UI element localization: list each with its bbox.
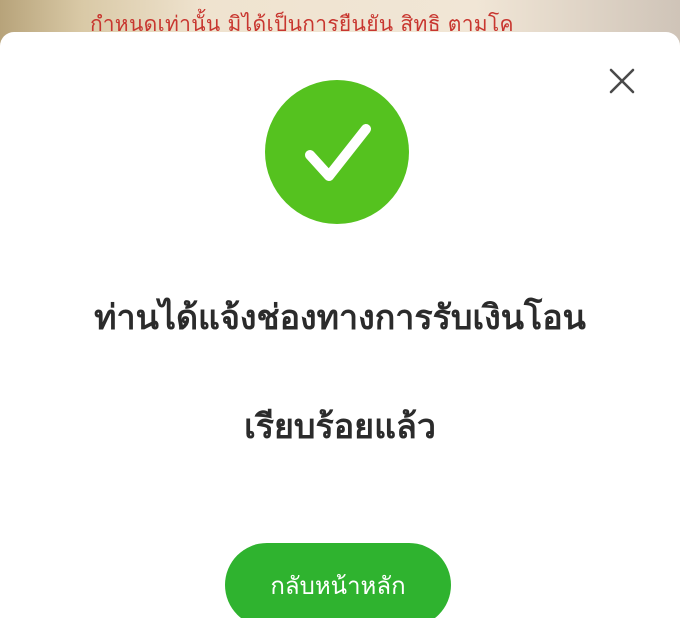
close-icon[interactable] [604,63,640,99]
success-message-line2: เรียบร้อยแล้ว [244,407,436,447]
close-button[interactable] [604,63,640,99]
checkmark-icon [305,124,371,181]
success-status-circle [265,80,409,224]
success-modal: ท่านได้แจ้งช่องทางการรับเงินโอน เรียบร้อ… [0,32,680,618]
back-to-home-button[interactable]: กลับหน้าหลัก [225,543,451,618]
success-message-line1: ท่านได้แจ้งช่องทางการรับเงินโอน [94,298,586,338]
page-backdrop: กำหนดเท่านั้น มิได้เป็นการยืนยัน สิทธิ ต… [0,0,680,618]
